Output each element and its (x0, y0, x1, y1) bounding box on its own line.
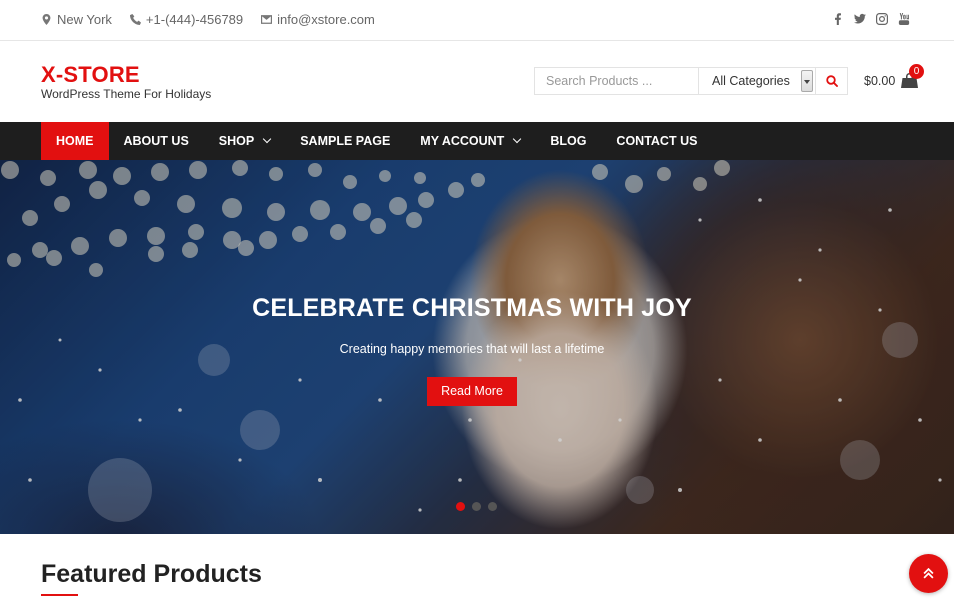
cart-count-badge: 0 (909, 64, 924, 79)
phone: +1-(444)-456789 (129, 12, 243, 27)
chevron-down-icon (262, 134, 272, 144)
social-links (832, 13, 910, 25)
nav-item-shop[interactable]: SHOP (204, 122, 285, 160)
nav-item-label: HOME (56, 134, 94, 148)
map-marker-icon (42, 14, 51, 25)
hero-subtitle: Creating happy memories that will last a… (339, 342, 605, 356)
phone-text[interactable]: +1-(444)-456789 (146, 12, 243, 27)
nav-item-label: CONTACT US (616, 134, 698, 148)
nav-item-contact-us[interactable]: CONTACT US (601, 122, 712, 160)
envelope-icon (261, 15, 273, 24)
nav-item-label: SAMPLE PAGE (300, 134, 391, 148)
heading-underline (41, 594, 78, 596)
section-heading: Featured Products (41, 560, 262, 588)
twitter-icon[interactable] (854, 13, 866, 25)
slider-dot-1[interactable] (456, 502, 465, 511)
nav-item-label: MY ACCOUNT (420, 134, 505, 148)
contact-info: New York +1-(444)-456789 info@xstore.com (41, 12, 375, 27)
chevron-down-icon (801, 70, 813, 92)
cart[interactable]: $0.00 0 (864, 64, 924, 88)
chevron-down-icon (513, 134, 522, 144)
nav-item-about-us[interactable]: ABOUT US (109, 122, 204, 160)
hero-title: CELEBRATE CHRISTMAS WITH JOY (252, 294, 692, 322)
slider-pagination (456, 502, 497, 511)
phone-icon (129, 14, 141, 25)
slider-dot-2[interactable] (472, 502, 481, 511)
location: New York (41, 12, 112, 27)
email-text[interactable]: info@xstore.com (277, 12, 375, 27)
category-select-value: All Categories (712, 74, 790, 88)
nav-item-home[interactable]: HOME (41, 122, 109, 160)
instagram-icon[interactable] (876, 13, 888, 25)
logo-name: X-STORE (41, 62, 140, 87)
site-header: X-STORE WordPress Theme For Holidays Sea… (0, 41, 954, 122)
main-navigation: HOME ABOUT US SHOP SAMPLE PAGE MY ACCOUN… (0, 122, 954, 160)
nav-item-label: ABOUT US (123, 134, 189, 148)
hero-slider: CELEBRATE CHRISTMAS WITH JOY Creating ha… (0, 160, 954, 534)
category-select[interactable]: All Categories (699, 67, 816, 95)
nav-item-my-account[interactable]: MY ACCOUNT (405, 122, 535, 160)
nav-item-label: BLOG (550, 134, 587, 148)
product-search: Search Products ... All Categories (534, 67, 848, 95)
youtube-icon[interactable] (898, 13, 910, 25)
double-chevron-up-icon (923, 568, 934, 579)
nav-item-blog[interactable]: BLOG (535, 122, 601, 160)
scroll-to-top-button[interactable] (909, 554, 948, 593)
search-icon (825, 75, 838, 87)
logo-tagline: WordPress Theme For Holidays (41, 87, 212, 101)
top-bar: New York +1-(444)-456789 info@xstore.com (0, 0, 954, 41)
featured-products-section: Featured Products (41, 560, 262, 596)
nav-item-label: SHOP (218, 134, 255, 148)
nav-item-sample-page[interactable]: SAMPLE PAGE (285, 122, 405, 160)
location-text: New York (57, 12, 112, 27)
slider-dot-3[interactable] (488, 502, 497, 511)
facebook-icon[interactable] (832, 13, 844, 25)
search-input[interactable]: Search Products ... (534, 67, 699, 95)
search-button[interactable] (816, 67, 848, 95)
site-logo[interactable]: X-STORE WordPress Theme For Holidays (41, 62, 212, 102)
cart-total: $0.00 (864, 73, 896, 88)
email: info@xstore.com (261, 12, 375, 27)
read-more-button[interactable]: Read More (427, 377, 517, 406)
